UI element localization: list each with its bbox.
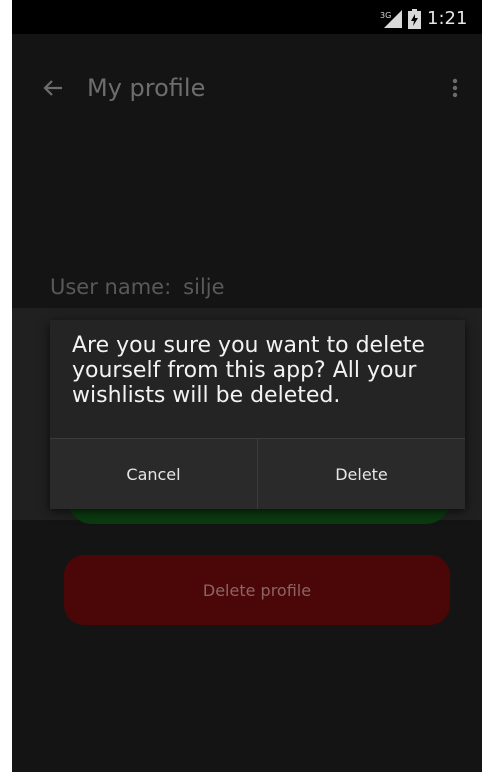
confirm-delete-dialog: Are you sure you want to delete yourself… — [50, 320, 465, 509]
cancel-button[interactable]: Cancel — [50, 439, 258, 509]
page-title: My profile — [87, 74, 206, 102]
battery-icon — [408, 9, 421, 29]
status-bar: 3G 1:21 — [12, 0, 482, 34]
status-time: 1:21 — [427, 8, 468, 29]
dialog-message: Are you sure you want to delete yourself… — [72, 333, 425, 408]
signal-icon: 3G — [380, 10, 402, 28]
delete-button[interactable]: Delete — [258, 439, 465, 509]
username-label: User name: — [50, 275, 172, 299]
network-type-label: 3G — [380, 11, 391, 20]
username-row: User name: silje — [50, 275, 225, 299]
overflow-menu-icon[interactable] — [452, 78, 458, 98]
back-arrow-icon[interactable] — [42, 77, 64, 99]
username-value: silje — [183, 275, 225, 299]
delete-profile-button[interactable]: Delete profile — [64, 555, 450, 625]
phone-screen: 3G 1:21 My profile User name: silje Delet… — [12, 0, 482, 772]
dialog-button-row: Cancel Delete — [50, 438, 465, 509]
